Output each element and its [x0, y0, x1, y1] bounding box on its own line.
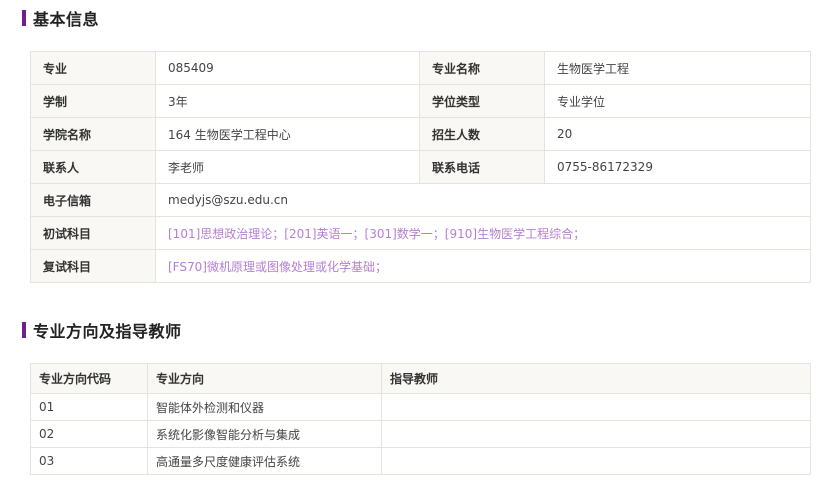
table-row: 联系人 李老师 联系电话 0755-86172329 — [30, 150, 811, 184]
college-label: 学院名称 — [30, 117, 156, 151]
section-accent-bar — [22, 10, 26, 26]
header-supervisor: 指导教师 — [381, 363, 811, 394]
table-row: 03 高通量多尺度健康评估系统 — [30, 447, 811, 475]
direction-name: 高通量多尺度健康评估系统 — [147, 447, 382, 475]
degree-type-label: 学位类型 — [419, 84, 545, 118]
degree-type-value: 专业学位 — [544, 84, 811, 118]
header-direction: 专业方向 — [147, 363, 382, 394]
email-label: 电子信箱 — [30, 183, 156, 217]
table-row: 初试科目 [101]思想政治理论；[201]英语一；[301]数学一；[910]… — [30, 216, 811, 250]
contact-label: 联系人 — [30, 150, 156, 184]
duration-value: 3年 — [155, 84, 420, 118]
major-name-label: 专业名称 — [419, 51, 545, 85]
phone-value: 0755-86172329 — [544, 150, 811, 184]
contact-value: 李老师 — [155, 150, 420, 184]
retest-exam-label: 复试科目 — [30, 249, 156, 283]
table-row: 学院名称 164 生物医学工程中心 招生人数 20 — [30, 117, 811, 151]
direction-code: 01 — [30, 393, 148, 421]
section-title-text: 专业方向及指导教师 — [33, 322, 182, 341]
major-name-value: 生物医学工程 — [544, 51, 811, 85]
header-direction-code: 专业方向代码 — [30, 363, 148, 394]
direction-supervisor — [381, 393, 811, 421]
retest-exam-value: [FS70]微机原理或图像处理或化学基础； — [155, 249, 811, 283]
prelim-exam-value: [101]思想政治理论；[201]英语一；[301]数学一；[910]生物医学工… — [155, 216, 811, 250]
duration-label: 学制 — [30, 84, 156, 118]
section-accent-bar — [22, 322, 26, 338]
direction-supervisor — [381, 420, 811, 448]
email-value: medyjs@szu.edu.cn — [155, 183, 811, 217]
direction-code: 03 — [30, 447, 148, 475]
enrollment-label: 招生人数 — [419, 117, 545, 151]
section-title-direction: 专业方向及指导教师 — [22, 320, 182, 341]
table-row: 电子信箱 medyjs@szu.edu.cn — [30, 183, 811, 217]
direction-table: 专业方向代码 专业方向 指导教师 01 智能体外检测和仪器 02 系统化影像智能… — [30, 363, 811, 475]
college-value: 164 生物医学工程中心 — [155, 117, 420, 151]
direction-code: 02 — [30, 420, 148, 448]
table-row: 复试科目 [FS70]微机原理或图像处理或化学基础； — [30, 249, 811, 283]
direction-supervisor — [381, 447, 811, 475]
table-row: 学制 3年 学位类型 专业学位 — [30, 84, 811, 118]
direction-name: 智能体外检测和仪器 — [147, 393, 382, 421]
table-row: 专业 085409 专业名称 生物医学工程 — [30, 51, 811, 85]
basic-info-table: 专业 085409 专业名称 生物医学工程 学制 3年 学位类型 专业学位 学院… — [30, 51, 811, 283]
phone-label: 联系电话 — [419, 150, 545, 184]
prelim-exam-label: 初试科目 — [30, 216, 156, 250]
enrollment-value: 20 — [544, 117, 811, 151]
section-title-text: 基本信息 — [33, 10, 100, 29]
major-label: 专业 — [30, 51, 156, 85]
section-title-basic-info: 基本信息 — [22, 8, 100, 29]
direction-name: 系统化影像智能分析与集成 — [147, 420, 382, 448]
table-row: 01 智能体外检测和仪器 — [30, 393, 811, 421]
table-row: 02 系统化影像智能分析与集成 — [30, 420, 811, 448]
table-header-row: 专业方向代码 专业方向 指导教师 — [30, 363, 811, 394]
major-value: 085409 — [155, 51, 420, 85]
